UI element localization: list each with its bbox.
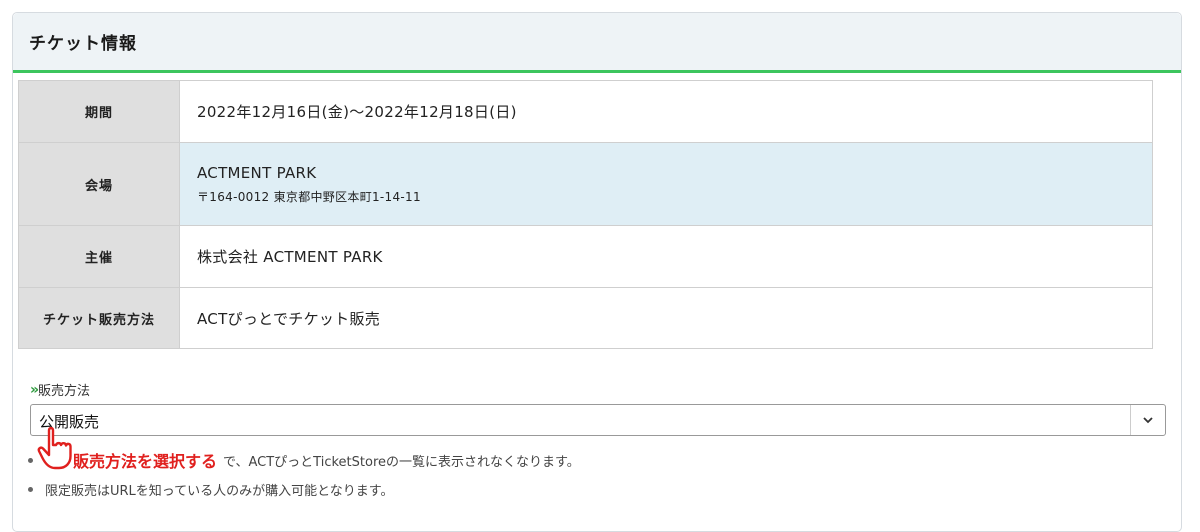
note-text-limited: 限定販売はURLを知っている人のみが購入可能となります。 [45,483,394,499]
bullet-icon [28,486,33,492]
venue-address: 〒164-0012 東京都中野区本町1-14-11 [197,189,421,204]
table-row-venue: 会場 ACTMENT PARK 〒164-0012 東京都中野区本町1-14-1… [18,142,1153,226]
sale-method-notes: 販売方法を選択する で、ACTぴっとTicketStoreの一覧に表示されなくな… [28,448,580,506]
chevron-down-icon[interactable] [1130,405,1165,435]
period-value: 2022年12月16日(金)〜2022年12月18日(日) [179,80,1153,143]
bullet-icon [28,457,33,463]
sale-method-select[interactable]: 公開販売 [30,404,1166,436]
note-item-limited: 限定販売はURLを知っている人のみが購入可能となります。 [28,477,580,501]
pointing-hand-icon [37,426,72,470]
venue-name: ACTMENT PARK [197,163,317,182]
table-row-organizer: 主催 株式会社 ACTMENT PARK [18,225,1153,288]
table-row-period: 期間 2022年12月16日(金)〜2022年12月18日(日) [18,80,1153,143]
period-label: 期間 [18,80,180,143]
sale-method-field-label: » 販売方法 [30,380,91,400]
table-row-sales-method: チケット販売方法 ACTぴっとでチケット販売 [18,287,1153,349]
select-sale-method-tooltip: 販売方法を選択する [73,452,218,471]
sales-method-value: ACTぴっとでチケット販売 [179,287,1153,349]
sale-method-label-text: 販売方法 [38,384,91,399]
ticket-info-table: 期間 2022年12月16日(金)〜2022年12月18日(日) 会場 ACTM… [18,80,1153,349]
double-chevron-icon: » [30,381,39,398]
note-text-public: で、ACTぴっとTicketStoreの一覧に表示されなくなります。 [223,454,580,470]
venue-cell: ACTMENT PARK 〒164-0012 東京都中野区本町1-14-11 [179,142,1153,226]
panel-header: チケット情報 [13,13,1181,73]
venue-label: 会場 [18,142,180,226]
organizer-label: 主催 [18,225,180,288]
note-item-public: 販売方法を選択する で、ACTぴっとTicketStoreの一覧に表示されなくな… [28,448,580,472]
sales-method-label: チケット販売方法 [18,287,180,349]
organizer-value: 株式会社 ACTMENT PARK [179,225,1153,288]
panel-title: チケット情報 [29,34,137,54]
